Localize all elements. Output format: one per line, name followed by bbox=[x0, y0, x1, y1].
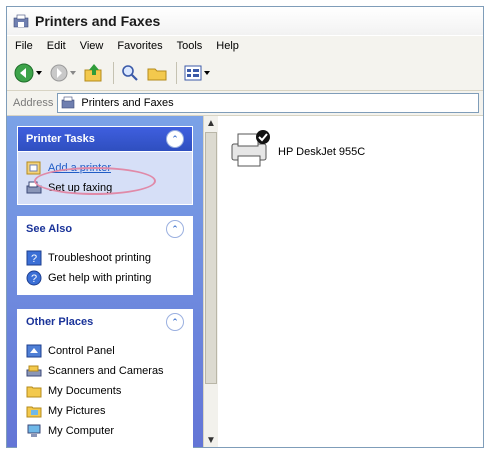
place-label: My Documents bbox=[48, 385, 122, 397]
place-control-panel[interactable]: Control Panel bbox=[26, 341, 184, 361]
other-places-header[interactable]: Other Places ⌃ bbox=[18, 310, 192, 335]
task-pane: Printer Tasks ⌃ Add a printer Set up fax… bbox=[7, 116, 203, 448]
pictures-folder-icon bbox=[26, 406, 42, 418]
help-circle-icon: ? bbox=[26, 270, 42, 286]
views-icon bbox=[184, 65, 202, 81]
printer-icon bbox=[231, 130, 270, 167]
content-area: Printer Tasks ⌃ Add a printer Set up fax… bbox=[7, 116, 483, 448]
chevron-down-icon bbox=[204, 71, 210, 75]
printers-folder-icon bbox=[62, 96, 75, 109]
link-troubleshoot-printing[interactable]: ? Troubleshoot printing bbox=[26, 248, 184, 268]
search-icon bbox=[122, 65, 138, 81]
collapse-chevron-icon[interactable]: ⌃ bbox=[166, 313, 184, 331]
title-bar: Printers and Faxes bbox=[7, 7, 483, 35]
help-topic-icon: ? bbox=[26, 250, 42, 266]
place-my-documents[interactable]: My Documents bbox=[26, 381, 184, 401]
back-icon bbox=[14, 63, 34, 83]
up-button[interactable] bbox=[83, 62, 105, 84]
up-folder-icon bbox=[84, 64, 102, 82]
add-printer-icon bbox=[26, 161, 41, 175]
see-also-body: ? Troubleshoot printing ? Get help with … bbox=[18, 242, 192, 294]
place-label: My Pictures bbox=[48, 405, 106, 417]
address-label: Address bbox=[13, 97, 54, 109]
svg-text:?: ? bbox=[31, 273, 37, 285]
views-button[interactable] bbox=[183, 64, 211, 82]
folders-button[interactable] bbox=[146, 63, 168, 83]
address-value: Printers and Faxes bbox=[81, 97, 174, 109]
other-places-body: Control Panel Scanners and Cameras My Do… bbox=[18, 335, 192, 447]
control-panel-icon bbox=[26, 344, 42, 358]
panel-title: See Also bbox=[26, 223, 73, 235]
forward-icon bbox=[50, 64, 68, 82]
scroll-thumb[interactable] bbox=[205, 132, 217, 384]
printers-list: HP DeskJet 955C bbox=[218, 116, 483, 447]
panel-title: Printer Tasks bbox=[26, 133, 95, 145]
menu-help[interactable]: Help bbox=[216, 40, 239, 52]
other-places-panel: Other Places ⌃ Control Panel Scanners an… bbox=[17, 309, 193, 448]
menu-file[interactable]: File bbox=[15, 40, 33, 52]
folders-icon bbox=[147, 68, 167, 81]
printer-name: HP DeskJet 955C bbox=[278, 146, 366, 158]
see-also-panel: See Also ⌃ ? Troubleshoot printing ? Get… bbox=[17, 216, 193, 295]
place-label: Control Panel bbox=[48, 345, 115, 357]
task-pane-scrollbar[interactable]: ▲ ▼ bbox=[203, 116, 219, 447]
collapse-chevron-icon[interactable]: ⌃ bbox=[166, 220, 184, 238]
documents-folder-icon bbox=[26, 386, 42, 398]
link-label: Get help with printing bbox=[48, 272, 152, 284]
printer-tasks-panel: Printer Tasks ⌃ Add a printer Set up fax… bbox=[17, 126, 193, 205]
window-title: Printers and Faxes bbox=[35, 13, 161, 29]
scroll-down-icon[interactable]: ▼ bbox=[204, 433, 218, 447]
toolbar-separator bbox=[113, 62, 114, 84]
highlight-oval bbox=[34, 167, 156, 195]
toolbar-separator bbox=[176, 62, 177, 84]
place-label: Scanners and Cameras bbox=[48, 365, 164, 377]
computer-icon bbox=[27, 424, 41, 437]
scroll-up-icon[interactable]: ▲ bbox=[204, 116, 218, 130]
link-get-help-printing[interactable]: ? Get help with printing bbox=[26, 268, 184, 288]
menu-favorites[interactable]: Favorites bbox=[117, 40, 162, 52]
menu-bar: File Edit View Favorites Tools Help bbox=[7, 35, 483, 57]
back-button[interactable] bbox=[13, 62, 43, 84]
forward-button[interactable] bbox=[49, 63, 77, 83]
address-field[interactable]: Printers and Faxes bbox=[57, 93, 480, 113]
printer-tasks-header[interactable]: Printer Tasks ⌃ bbox=[18, 127, 192, 152]
chevron-down-icon bbox=[70, 71, 76, 75]
printers-folder-icon bbox=[13, 14, 29, 28]
see-also-header[interactable]: See Also ⌃ bbox=[18, 217, 192, 242]
menu-edit[interactable]: Edit bbox=[47, 40, 66, 52]
svg-text:?: ? bbox=[31, 253, 37, 265]
toolbar bbox=[7, 56, 483, 91]
printer-item[interactable]: HP DeskJet 955C bbox=[228, 128, 365, 168]
menu-view[interactable]: View bbox=[80, 40, 104, 52]
menu-tools[interactable]: Tools bbox=[177, 40, 203, 52]
chevron-down-icon bbox=[36, 71, 42, 75]
address-bar: Address Printers and Faxes bbox=[7, 91, 483, 116]
collapse-chevron-icon[interactable]: ⌃ bbox=[166, 130, 184, 148]
explorer-window: Printers and Faxes File Edit View Favori… bbox=[6, 6, 484, 448]
link-label: Troubleshoot printing bbox=[48, 252, 151, 264]
scanner-camera-icon bbox=[26, 365, 42, 377]
search-button[interactable] bbox=[120, 63, 140, 83]
place-label: My Computer bbox=[48, 425, 115, 437]
panel-title: Other Places bbox=[26, 316, 94, 328]
place-scanners-cameras[interactable]: Scanners and Cameras bbox=[26, 361, 184, 381]
place-my-computer[interactable]: My Computer bbox=[26, 421, 184, 441]
place-my-pictures[interactable]: My Pictures bbox=[26, 401, 184, 421]
